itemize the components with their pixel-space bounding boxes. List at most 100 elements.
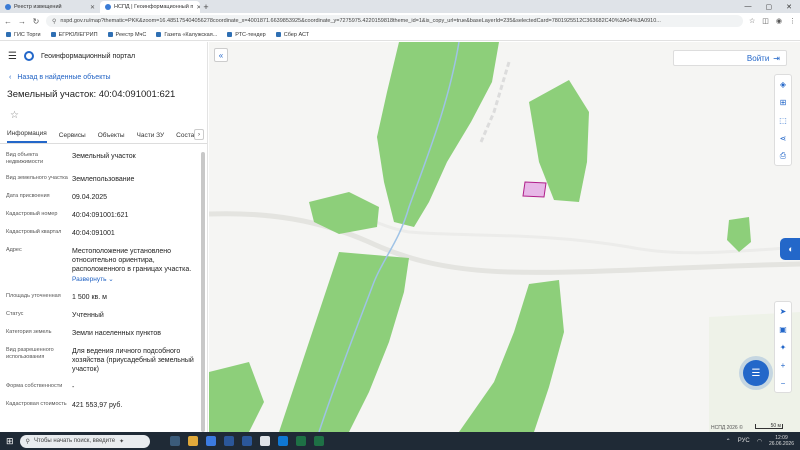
forest-area: [459, 280, 564, 432]
compass-icon[interactable]: ✦: [774, 338, 792, 356]
login-button[interactable]: Войти ⇥: [673, 50, 787, 66]
select-area-icon[interactable]: ⬚: [774, 111, 792, 129]
new-tab-button[interactable]: +: [200, 1, 212, 13]
hamburger-menu-icon[interactable]: ☰: [8, 51, 17, 62]
map-toolbar-bottom: ➤ ▣ ✦ + −: [774, 301, 792, 393]
browser-tab-label: НСПД | Геоинформационный п: [114, 4, 194, 10]
site-info-icon[interactable]: ⚲: [52, 18, 56, 25]
map-canvas[interactable]: « Войти ⇥ ◈ ⊞ ⬚ ⋖ ⎙ ◐ ➤ ▣ ✦ + − ☰ НСПД 2…: [209, 42, 800, 432]
close-window-icon[interactable]: ✕: [786, 3, 792, 11]
bookmark-icon: [6, 32, 11, 37]
back-arrow-icon[interactable]: ←: [4, 17, 12, 26]
tab-parts[interactable]: Части ЗУ: [137, 132, 165, 143]
bookmarks-bar: ГИС Торги ЕГРЮЛ/ЕГРИП Реестр МчС Газета …: [0, 29, 800, 41]
info-tabs: Информация Сервисы Объекты Части ЗУ Сост…: [0, 126, 207, 144]
bookmark-egrul[interactable]: ЕГРЮЛ/ЕГРИП: [50, 32, 98, 38]
share-icon[interactable]: ⋖: [774, 129, 792, 147]
taskbar-apps: [169, 436, 324, 446]
bookmark-icon: [275, 32, 281, 37]
layers-icon[interactable]: ◈: [774, 75, 792, 93]
bookmark-gis-torgi[interactable]: ГИС Торги: [6, 32, 41, 38]
url-text: nspd.gov.ru/map?thematic=PKK&zoom=16.485…: [60, 18, 661, 24]
maximize-icon[interactable]: ▢: [766, 3, 773, 11]
edge-icon[interactable]: [205, 436, 216, 446]
chevron-right-icon[interactable]: ›: [194, 129, 204, 140]
measure-icon[interactable]: ⊞: [774, 93, 792, 111]
tab-services[interactable]: Сервисы: [59, 132, 86, 143]
reload-icon[interactable]: ↻: [32, 17, 40, 26]
back-to-results-link[interactable]: ‹ Назад в найденные объекты: [0, 70, 207, 84]
word-icon-2[interactable]: [241, 436, 252, 446]
minimize-icon[interactable]: —: [745, 3, 752, 10]
print-icon[interactable]: ⎙: [774, 147, 792, 165]
address-bar[interactable]: ⚲ nspd.gov.ru/map?thematic=PKK&zoom=16.4…: [46, 15, 743, 27]
list-item: Кадастровый квартал 40:04:091001: [6, 229, 115, 237]
excel-icon-2[interactable]: [313, 436, 324, 446]
extensions-icon[interactable]: ◫: [762, 17, 769, 25]
tab-information[interactable]: Информация: [7, 130, 47, 143]
browser-tab-nspd[interactable]: НСПД | Геоинформационный п ✕: [100, 1, 200, 13]
close-tab-icon[interactable]: ✕: [90, 4, 95, 11]
forest-area: [727, 217, 751, 252]
list-item: Форма собственности -: [6, 383, 75, 391]
map-layers: [209, 42, 800, 432]
browser-tab-label: Реестр извещений: [14, 4, 62, 10]
map-road: [628, 245, 800, 255]
chat-support-button[interactable]: ☰: [743, 360, 769, 386]
panel-scrollbar[interactable]: [201, 152, 205, 432]
bookmark-sber[interactable]: Сбер АСТ: [275, 32, 309, 38]
selected-parcel: [522, 181, 547, 198]
outlook-icon[interactable]: [277, 436, 288, 446]
favicon-icon: [5, 4, 11, 10]
zoom-in-icon[interactable]: +: [774, 356, 792, 374]
task-view-icon[interactable]: [169, 436, 180, 446]
bookmark-rts[interactable]: РТС-тендер: [227, 32, 266, 38]
chevron-left-icon: ‹: [9, 73, 12, 81]
forest-area: [209, 362, 264, 432]
taskbar-search-input[interactable]: ⚲ Чтобы начать поиск, введите ✦: [19, 434, 150, 448]
geolocation-icon[interactable]: ➤: [774, 302, 792, 320]
list-item: Кадастровый номер 40:04:091001:621: [6, 211, 129, 219]
map-copyright: НСПД 2026 ©: [711, 425, 743, 431]
browser-toolbar: ← → ↻ ⚲ nspd.gov.ru/map?thematic=PKK&zoo…: [0, 13, 800, 29]
list-item: Дата присвоения 09.04.2025: [6, 193, 108, 201]
profile-icon[interactable]: ◉: [776, 17, 782, 25]
chevron-up-icon[interactable]: ⌃: [726, 438, 731, 445]
tab-objects[interactable]: Объекты: [98, 132, 125, 143]
menu-dots-icon[interactable]: ⋮: [789, 17, 796, 25]
assistant-tab-icon[interactable]: ◐: [780, 238, 800, 260]
window-controls: — ▢ ✕: [745, 0, 800, 13]
bookmark-star-icon[interactable]: ☆: [749, 17, 755, 25]
portal-logo-icon: [23, 51, 34, 61]
object-info-panel: ☰ Геоинформационный портал ‹ Назад в най…: [0, 42, 208, 432]
page-title: Земельный участок: 40:04:091001:621: [7, 89, 176, 100]
zoom-out-icon[interactable]: −: [774, 374, 792, 392]
favicon-icon: [105, 4, 111, 10]
list-item: Вид объекта недвижимости Земельный участо…: [6, 152, 136, 165]
browser-tab-registry[interactable]: Реестр извещений ✕: [0, 1, 100, 13]
bookmark-gazeta[interactable]: Газета «Калужская...: [156, 32, 217, 38]
browser-tab-strip: Реестр извещений ✕ НСПД | Геоинформацион…: [0, 0, 800, 13]
address-value: Местоположение установлено относительно …: [72, 248, 192, 273]
basemap-icon[interactable]: ▣: [774, 320, 792, 338]
chevron-down-icon: ⌄: [108, 276, 114, 283]
list-item: Площадь уточненная 1 500 кв. м: [6, 293, 107, 301]
list-item: Кадастровая стоимость 421 553,97 руб.: [6, 401, 123, 409]
explorer-icon[interactable]: [187, 436, 198, 446]
portal-name: Геоинформационный портал: [40, 52, 136, 60]
language-indicator[interactable]: РУС: [738, 438, 750, 444]
windows-taskbar: ⊞ ⚲ Чтобы начать поиск, введите ✦ ⌃ РУС …: [0, 432, 800, 450]
collapse-panel-button[interactable]: «: [214, 48, 228, 62]
excel-icon[interactable]: [295, 436, 306, 446]
windows-start-icon[interactable]: ⊞: [6, 436, 14, 447]
forward-arrow-icon[interactable]: →: [18, 17, 26, 26]
chrome-icon[interactable]: [259, 436, 270, 446]
wifi-icon[interactable]: ◠: [757, 438, 762, 445]
expand-link[interactable]: Развернуть ⌄: [72, 275, 198, 284]
favorite-star-icon[interactable]: ☆: [0, 104, 207, 126]
clock[interactable]: 12:09 26.06.2026: [769, 435, 794, 447]
list-item: Адрес Местоположение установлено относит…: [6, 247, 207, 284]
bookmark-mchs[interactable]: Реестр МчС: [107, 32, 146, 38]
word-icon[interactable]: [223, 436, 234, 446]
list-item: Категория земель Земли населенных пунктов: [6, 329, 162, 337]
